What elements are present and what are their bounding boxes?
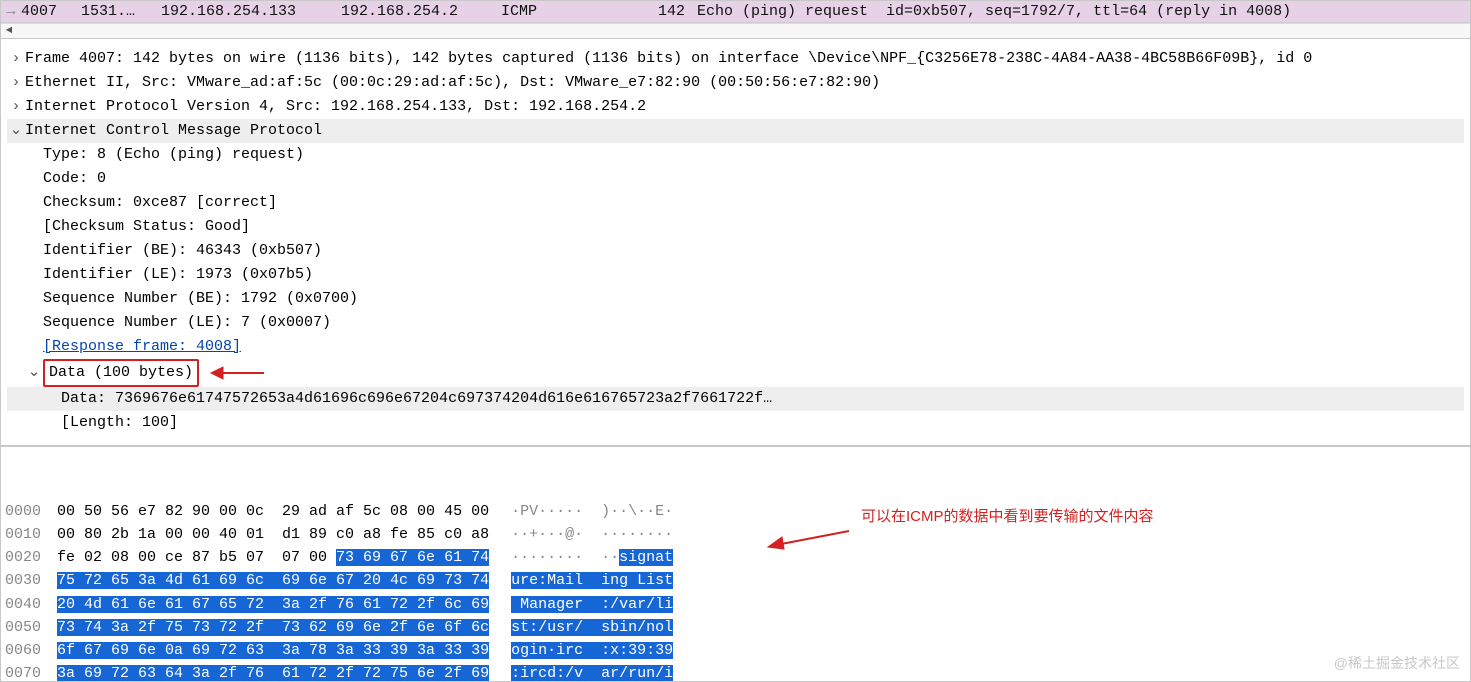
- tree-frame-label: Frame 4007: 142 bytes on wire (1136 bits…: [25, 47, 1312, 71]
- hex-offset: 0010: [5, 523, 57, 546]
- hex-row[interactable]: 003075 72 65 3a 4d 61 69 6c 69 6e 67 20 …: [5, 569, 1466, 592]
- hex-row[interactable]: 000000 50 56 e7 82 90 00 0c 29 ad af 5c …: [5, 500, 1466, 523]
- icmp-seq-le[interactable]: Sequence Number (LE): 7 (0x0007): [7, 311, 1464, 335]
- hex-row[interactable]: 001000 80 2b 1a 00 00 40 01 d1 89 c0 a8 …: [5, 523, 1466, 546]
- hex-bytes: fe 02 08 00 ce 87 b5 07 07 00 73 69 67 6…: [57, 546, 489, 569]
- hex-ascii: :ircd:/v ar/run/i: [511, 662, 673, 682]
- col-src: 192.168.254.133: [161, 3, 341, 20]
- hex-offset: 0020: [5, 546, 57, 569]
- hex-ascii: ogin·irc :x:39:39: [511, 639, 673, 662]
- hex-offset: 0040: [5, 593, 57, 616]
- packet-list-pane: → 4007 1531.… 192.168.254.133 192.168.25…: [0, 0, 1471, 38]
- hex-bytes: 75 72 65 3a 4d 61 69 6c 69 6e 67 20 4c 6…: [57, 569, 489, 592]
- tree-icmp[interactable]: ⌄Internet Control Message Protocol: [7, 119, 1464, 143]
- packet-row-selected[interactable]: → 4007 1531.… 192.168.254.133 192.168.25…: [1, 1, 1470, 23]
- hex-row[interactable]: 00606f 67 69 6e 0a 69 72 63 3a 78 3a 33 …: [5, 639, 1466, 662]
- hex-bytes: 00 50 56 e7 82 90 00 0c 29 ad af 5c 08 0…: [57, 500, 489, 523]
- hex-offset: 0070: [5, 662, 57, 682]
- expand-icon[interactable]: ›: [7, 95, 25, 119]
- icmp-code[interactable]: Code: 0: [7, 167, 1464, 191]
- col-dst: 192.168.254.2: [341, 3, 501, 20]
- hex-bytes: 73 74 3a 2f 75 73 72 2f 73 62 69 6e 2f 6…: [57, 616, 489, 639]
- collapse-icon[interactable]: ⌄: [25, 361, 43, 385]
- tree-frame[interactable]: ›Frame 4007: 142 bytes on wire (1136 bit…: [7, 47, 1464, 71]
- hex-ascii: ure:Mail ing List: [511, 569, 673, 592]
- icmp-data-value[interactable]: Data: 7369676e61747572653a4d61696c696e67…: [7, 387, 1464, 411]
- hex-ascii: Manager :/var/li: [511, 593, 673, 616]
- icmp-type[interactable]: Type: 8 (Echo (ping) request): [7, 143, 1464, 167]
- hex-offset: 0000: [5, 500, 57, 523]
- data-boxed-label: Data (100 bytes): [43, 359, 199, 387]
- hex-bytes: 6f 67 69 6e 0a 69 72 63 3a 78 3a 33 39 3…: [57, 639, 489, 662]
- icmp-data-header[interactable]: ⌄ Data (100 bytes): [7, 359, 1464, 387]
- col-no: 4007: [21, 3, 81, 20]
- hex-ascii: ·PV····· )··\··E·: [511, 500, 673, 523]
- icmp-seq-be[interactable]: Sequence Number (BE): 1792 (0x0700): [7, 287, 1464, 311]
- hex-row[interactable]: 004020 4d 61 6e 61 67 65 72 3a 2f 76 61 …: [5, 593, 1466, 616]
- col-len: 142: [631, 3, 697, 20]
- icmp-checksum-status[interactable]: [Checksum Status: Good]: [7, 215, 1464, 239]
- tree-eth-label: Ethernet II, Src: VMware_ad:af:5c (00:0c…: [25, 71, 880, 95]
- hex-row[interactable]: 0020fe 02 08 00 ce 87 b5 07 07 00 73 69 …: [5, 546, 1466, 569]
- goto-icon: →: [1, 3, 21, 20]
- hex-ascii: ········ ··signat: [511, 546, 673, 569]
- tree-ip-label: Internet Protocol Version 4, Src: 192.16…: [25, 95, 646, 119]
- collapse-icon[interactable]: ⌄: [7, 119, 25, 143]
- col-info: Echo (ping) request id=0xb507, seq=1792/…: [697, 3, 1291, 20]
- expand-icon[interactable]: ›: [7, 47, 25, 71]
- hex-bytes: 00 80 2b 1a 00 00 40 01 d1 89 c0 a8 fe 8…: [57, 523, 489, 546]
- tree-eth[interactable]: ›Ethernet II, Src: VMware_ad:af:5c (00:0…: [7, 71, 1464, 95]
- annotation-text: 可以在ICMP的数据中看到要传输的文件内容: [861, 505, 1154, 528]
- hscroll-bar[interactable]: ◄: [1, 23, 1470, 38]
- packet-details-pane[interactable]: ›Frame 4007: 142 bytes on wire (1136 bit…: [0, 38, 1471, 446]
- arrow-left-icon: [209, 363, 269, 383]
- hex-row[interactable]: 00703a 69 72 63 64 3a 2f 76 61 72 2f 72 …: [5, 662, 1466, 682]
- col-time: 1531.…: [81, 3, 161, 20]
- icmp-data-length[interactable]: [Length: 100]: [7, 411, 1464, 435]
- icmp-checksum[interactable]: Checksum: 0xce87 [correct]: [7, 191, 1464, 215]
- expand-icon[interactable]: ›: [7, 71, 25, 95]
- hex-offset: 0050: [5, 616, 57, 639]
- hex-ascii: st:/usr/ sbin/nol: [511, 616, 673, 639]
- arrow-left-icon: [764, 525, 854, 553]
- icmp-response-frame[interactable]: [Response frame: 4008]: [7, 335, 1464, 359]
- icmp-id-le[interactable]: Identifier (LE): 1973 (0x07b5): [7, 263, 1464, 287]
- hex-dump-pane[interactable]: 000000 50 56 e7 82 90 00 0c 29 ad af 5c …: [0, 446, 1471, 682]
- icmp-id-be[interactable]: Identifier (BE): 46343 (0xb507): [7, 239, 1464, 263]
- hex-bytes: 3a 69 72 63 64 3a 2f 76 61 72 2f 72 75 6…: [57, 662, 489, 682]
- hex-offset: 0030: [5, 569, 57, 592]
- hex-ascii: ··+···@· ········: [511, 523, 673, 546]
- tree-ip[interactable]: ›Internet Protocol Version 4, Src: 192.1…: [7, 95, 1464, 119]
- scroll-left-icon[interactable]: ◄: [1, 25, 17, 37]
- hex-bytes: 20 4d 61 6e 61 67 65 72 3a 2f 76 61 72 2…: [57, 593, 489, 616]
- watermark: @稀土掘金技术社区: [1334, 653, 1460, 675]
- hex-offset: 0060: [5, 639, 57, 662]
- hex-row[interactable]: 005073 74 3a 2f 75 73 72 2f 73 62 69 6e …: [5, 616, 1466, 639]
- tree-icmp-label: Internet Control Message Protocol: [25, 119, 322, 143]
- col-proto: ICMP: [501, 3, 631, 20]
